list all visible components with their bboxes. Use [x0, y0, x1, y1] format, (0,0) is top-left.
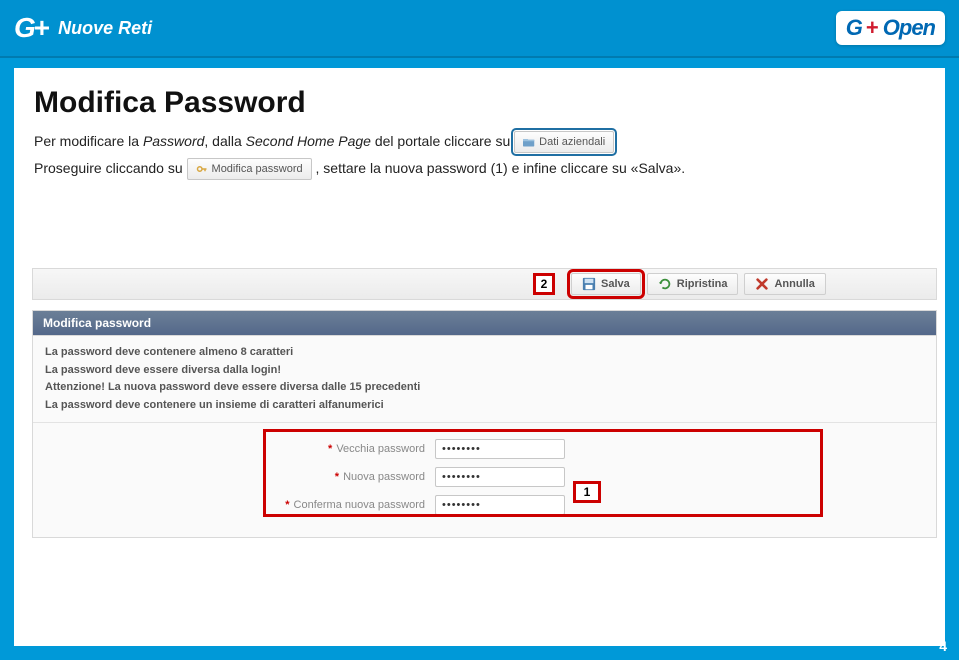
callout-1: 1 [573, 481, 601, 503]
brand-subtitle: Nuove Reti [58, 18, 152, 39]
row-confirm-password: * Conferma nuova password [45, 491, 924, 519]
badge-open: Open [883, 15, 935, 41]
text: , dalla [204, 133, 245, 149]
brand-plus: + [34, 12, 48, 44]
button-label: Salva [601, 278, 630, 290]
folder-icon [523, 136, 535, 148]
label-confirm-password: * Conferma nuova password [45, 499, 425, 511]
header-divider [0, 56, 959, 58]
save-icon [582, 277, 596, 291]
text-italic: Password [143, 133, 204, 149]
brand-g: G [14, 12, 34, 44]
text: del portale cliccare su [371, 133, 514, 149]
password-rules: La password deve contenere almeno 8 cara… [33, 336, 936, 423]
rule-line: La password deve essere diversa dalla lo… [45, 362, 924, 380]
callout-2: 2 [533, 273, 555, 295]
slide-title: Modifica Password [34, 86, 925, 120]
text: Per modificare la [34, 133, 143, 149]
app-screenshot: 2 Salva Ripristina Annulla [32, 268, 937, 538]
input-confirm-password[interactable] [435, 495, 565, 515]
label-text: Nuova password [343, 471, 425, 483]
instruction-line-1: Per modificare la Password, dalla Second… [34, 128, 925, 155]
label-text: Conferma nuova password [294, 499, 425, 511]
top-right-badge: G+Open [836, 11, 945, 45]
rule-line: La password deve contenere almeno 8 cara… [45, 344, 924, 362]
modifica-password-button[interactable]: Modifica password [187, 158, 312, 180]
button-label: Modifica password [212, 163, 303, 175]
button-label: Annulla [774, 278, 814, 290]
top-bar: G+ Nuove Reti G+Open [0, 0, 959, 56]
ripristina-button[interactable]: Ripristina [647, 273, 739, 295]
toolbar-buttons: Salva Ripristina Annulla [571, 273, 826, 295]
required-marker: * [285, 499, 289, 511]
label-old-password: * Vecchia password [45, 443, 425, 455]
badge-g: G [846, 15, 862, 41]
dati-aziendali-button[interactable]: Dati aziendali [514, 131, 614, 153]
rule-line: Attenzione! La nuova password deve esser… [45, 379, 924, 397]
instruction-line-2: Proseguire cliccando su Modifica passwor… [34, 155, 925, 182]
form-area: 1 * Vecchia password * Nuova password * Con… [33, 423, 936, 537]
badge-plus: + [866, 15, 879, 41]
page-number: 4 [939, 638, 947, 654]
input-new-password[interactable] [435, 467, 565, 487]
text: , settare la nuova password (1) e infine… [316, 160, 686, 176]
password-panel: Modifica password La password deve conte… [32, 310, 937, 538]
label-new-password: * Nuova password [45, 471, 425, 483]
label-text: Vecchia password [336, 443, 425, 455]
text: Proseguire cliccando su [34, 160, 187, 176]
restore-icon [658, 277, 672, 291]
panel-body: La password deve contenere almeno 8 cara… [33, 335, 936, 537]
required-marker: * [335, 471, 339, 483]
salva-button[interactable]: Salva [571, 273, 641, 295]
toolbar: 2 Salva Ripristina Annulla [32, 268, 937, 300]
cancel-icon [755, 277, 769, 291]
brand-logo: G+ [14, 12, 48, 44]
panel-header: Modifica password [33, 311, 936, 335]
key-icon [196, 163, 208, 175]
button-label: Dati aziendali [539, 136, 605, 148]
text-italic: Second Home Page [246, 133, 371, 149]
row-old-password: * Vecchia password [45, 435, 924, 463]
button-label: Ripristina [677, 278, 728, 290]
brand-block: G+ Nuove Reti [14, 12, 152, 44]
rule-line: La password deve contenere un insieme di… [45, 397, 924, 415]
annulla-button[interactable]: Annulla [744, 273, 825, 295]
slide: Modifica Password Per modificare la Pass… [14, 68, 945, 646]
input-old-password[interactable] [435, 439, 565, 459]
row-new-password: * Nuova password [45, 463, 924, 491]
required-marker: * [328, 443, 332, 455]
